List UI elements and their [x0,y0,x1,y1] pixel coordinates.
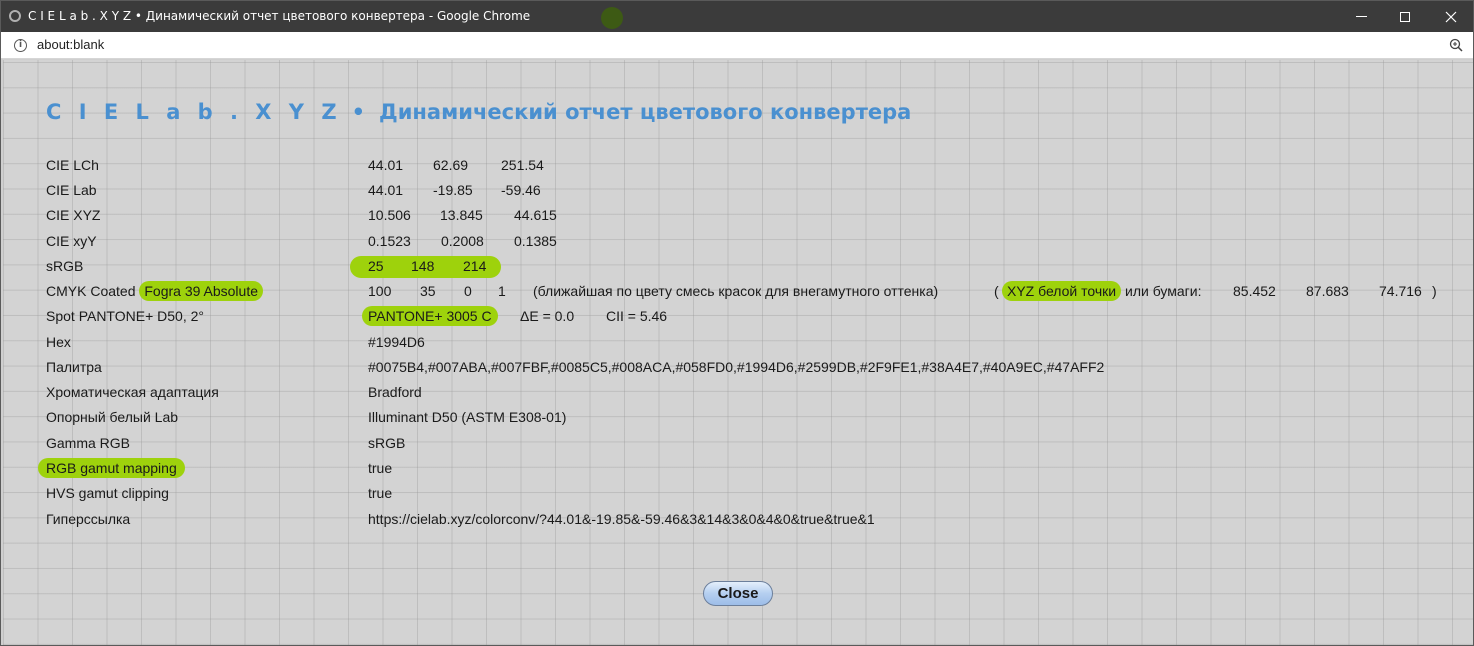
row-label: Палитра [46,359,102,375]
lab-b: -59.46 [501,182,541,198]
row-label: Hex [46,334,71,350]
row-label: HVS gamut clipping [46,485,169,501]
adaptation-value: Bradford [368,384,422,400]
minimize-icon [1355,16,1367,17]
row-label: CIE LCh [46,157,99,173]
chrome-icon [9,10,21,22]
row-srgb: sRGB 25 148 214 [46,256,1466,278]
rgb-gamut-highlight: RGB gamut mapping [38,458,185,478]
close-icon [1445,11,1457,22]
xyz-y: 13.845 [440,207,483,223]
white-point-label: XYZ белой точки [1002,281,1122,301]
srgb-b: 214 [463,258,487,274]
gamma-value: sRGB [368,435,406,451]
cmyk-m: 35 [420,283,436,299]
hvs-value: true [368,485,393,501]
lch-h: 251.54 [501,157,544,173]
row-cie-xyy: CIE xyY 0.1523 0.2008 0.1385 [46,231,1466,253]
palette-value: #0075B4,#007ABA,#007FBF,#0085C5,#008ACA,… [368,359,1105,375]
paren-open: ( [994,283,999,299]
close-window-button[interactable] [1428,1,1473,32]
row-label: Опорный белый Lab [46,409,179,425]
pantone-name: PANTONE+ 3005 C [362,306,498,326]
row-pantone: Spot PANTONE+ D50, 2° PANTONE+ 3005 C ΔE… [46,306,1466,328]
row-cmyk: CMYK Coated Fogra 39 Absolute 100 35 0 1… [46,281,1466,303]
page-title: C I E L a b . X Y Z • Динамический отчет ц… [46,100,911,124]
title-subtitle: Динамический отчет цветового конвертера [379,100,912,124]
cursor-highlight [601,7,623,29]
srgb-g: 148 [411,258,435,274]
white-point-rest: или бумаги: [1125,283,1202,299]
rgb-gamut-value: true [368,460,393,476]
xyy-x: 0.1523 [368,233,411,249]
pantone-cii: CII = 5.46 [606,308,668,324]
row-label: RGB gamut mapping [38,458,185,478]
paren-close: ) [1432,283,1437,299]
brand-name: C I E L a b . X Y Z [46,100,342,124]
row-label: CIE xyY [46,233,97,249]
row-label: CIE XYZ [46,207,101,223]
row-chromatic-adaptation: Хроматическая адаптация Bradford [46,382,1466,404]
hyperlink-value[interactable]: https://cielab.xyz/colorconv/?44.01&-19.… [368,511,875,527]
cmyk-note: (ближайшая по цвету смесь красок для вне… [533,283,939,299]
maximize-icon [1400,11,1410,22]
row-gamma: Gamma RGB sRGB [46,433,1466,455]
white-x: 85.452 [1233,283,1276,299]
address-bar[interactable]: i about:blank [1,32,1473,59]
row-cie-lch: CIE LCh 44.01 62.69 251.54 [46,155,1466,177]
row-hvs-gamut-clipping: HVS gamut clipping true [46,483,1466,505]
reference-white-value: Illuminant D50 (ASTM E308-01) [368,409,567,425]
browser-window: C I E L a b . X Y Z • Динамический отчет… [0,0,1474,646]
report-content: C I E L a b . X Y Z • Динамический отчет ц… [3,60,1473,645]
xyz-x: 10.506 [368,207,411,223]
cmyk-label-prefix: CMYK Coated [46,283,136,299]
maximize-button[interactable] [1382,1,1428,32]
white-y: 87.683 [1306,283,1349,299]
xyy-yy: 0.1385 [514,233,557,249]
row-cie-lab: CIE Lab 44.01 -19.85 -59.46 [46,180,1466,202]
row-label: Гиперссылка [46,511,131,527]
close-button[interactable]: Close [703,581,773,606]
row-palette: Палитра #0075B4,#007ABA,#007FBF,#0085C5,… [46,357,1466,379]
lch-l: 44.01 [368,157,404,173]
row-label: Хроматическая адаптация [46,384,219,400]
pantone-highlight: PANTONE+ 3005 C [362,306,498,326]
title-bullet: • [351,100,365,124]
row-hex: Hex #1994D6 [46,332,1466,354]
window-title: C I E L a b . X Y Z • Динамический отчет… [28,9,531,23]
info-icon[interactable]: i [14,39,27,52]
cmyk-y: 0 [464,283,472,299]
row-hyperlink: Гиперссылка https://cielab.xyz/colorconv… [46,509,1466,531]
row-label: Spot PANTONE+ D50, 2° [46,308,204,324]
row-reference-white: Опорный белый Lab Illuminant D50 (ASTM E… [46,407,1466,429]
lch-c: 62.69 [433,157,469,173]
minimize-button[interactable] [1338,1,1384,32]
srgb-r: 25 [368,258,384,274]
lab-a: -19.85 [433,182,473,198]
hex-value: #1994D6 [368,334,425,350]
row-rgb-gamut-mapping: RGB gamut mapping true [38,458,1466,480]
xyy-y: 0.2008 [441,233,484,249]
cmyk-c: 100 [368,283,392,299]
title-bar: C I E L a b . X Y Z • Динамический отчет… [1,1,1473,32]
row-label: CMYK Coated Fogra 39 Absolute [46,281,264,301]
xyz-z: 44.615 [514,207,557,223]
white-point-highlight: XYZ белой точки или бумаги: [1002,281,1202,301]
lab-l: 44.01 [368,182,404,198]
row-label: Gamma RGB [46,435,131,451]
cmyk-k: 1 [498,283,506,299]
row-label: CIE Lab [46,182,97,198]
row-label: sRGB [46,258,84,274]
zoom-icon[interactable] [1449,38,1463,52]
white-z: 74.716 [1379,283,1422,299]
row-cie-xyz: CIE XYZ 10.506 13.845 44.615 [46,205,1466,227]
cmyk-profile-highlight: Fogra 39 Absolute [139,281,264,301]
url-text[interactable]: about:blank [37,37,104,52]
pantone-delta-e: ΔE = 0.0 [520,308,575,324]
